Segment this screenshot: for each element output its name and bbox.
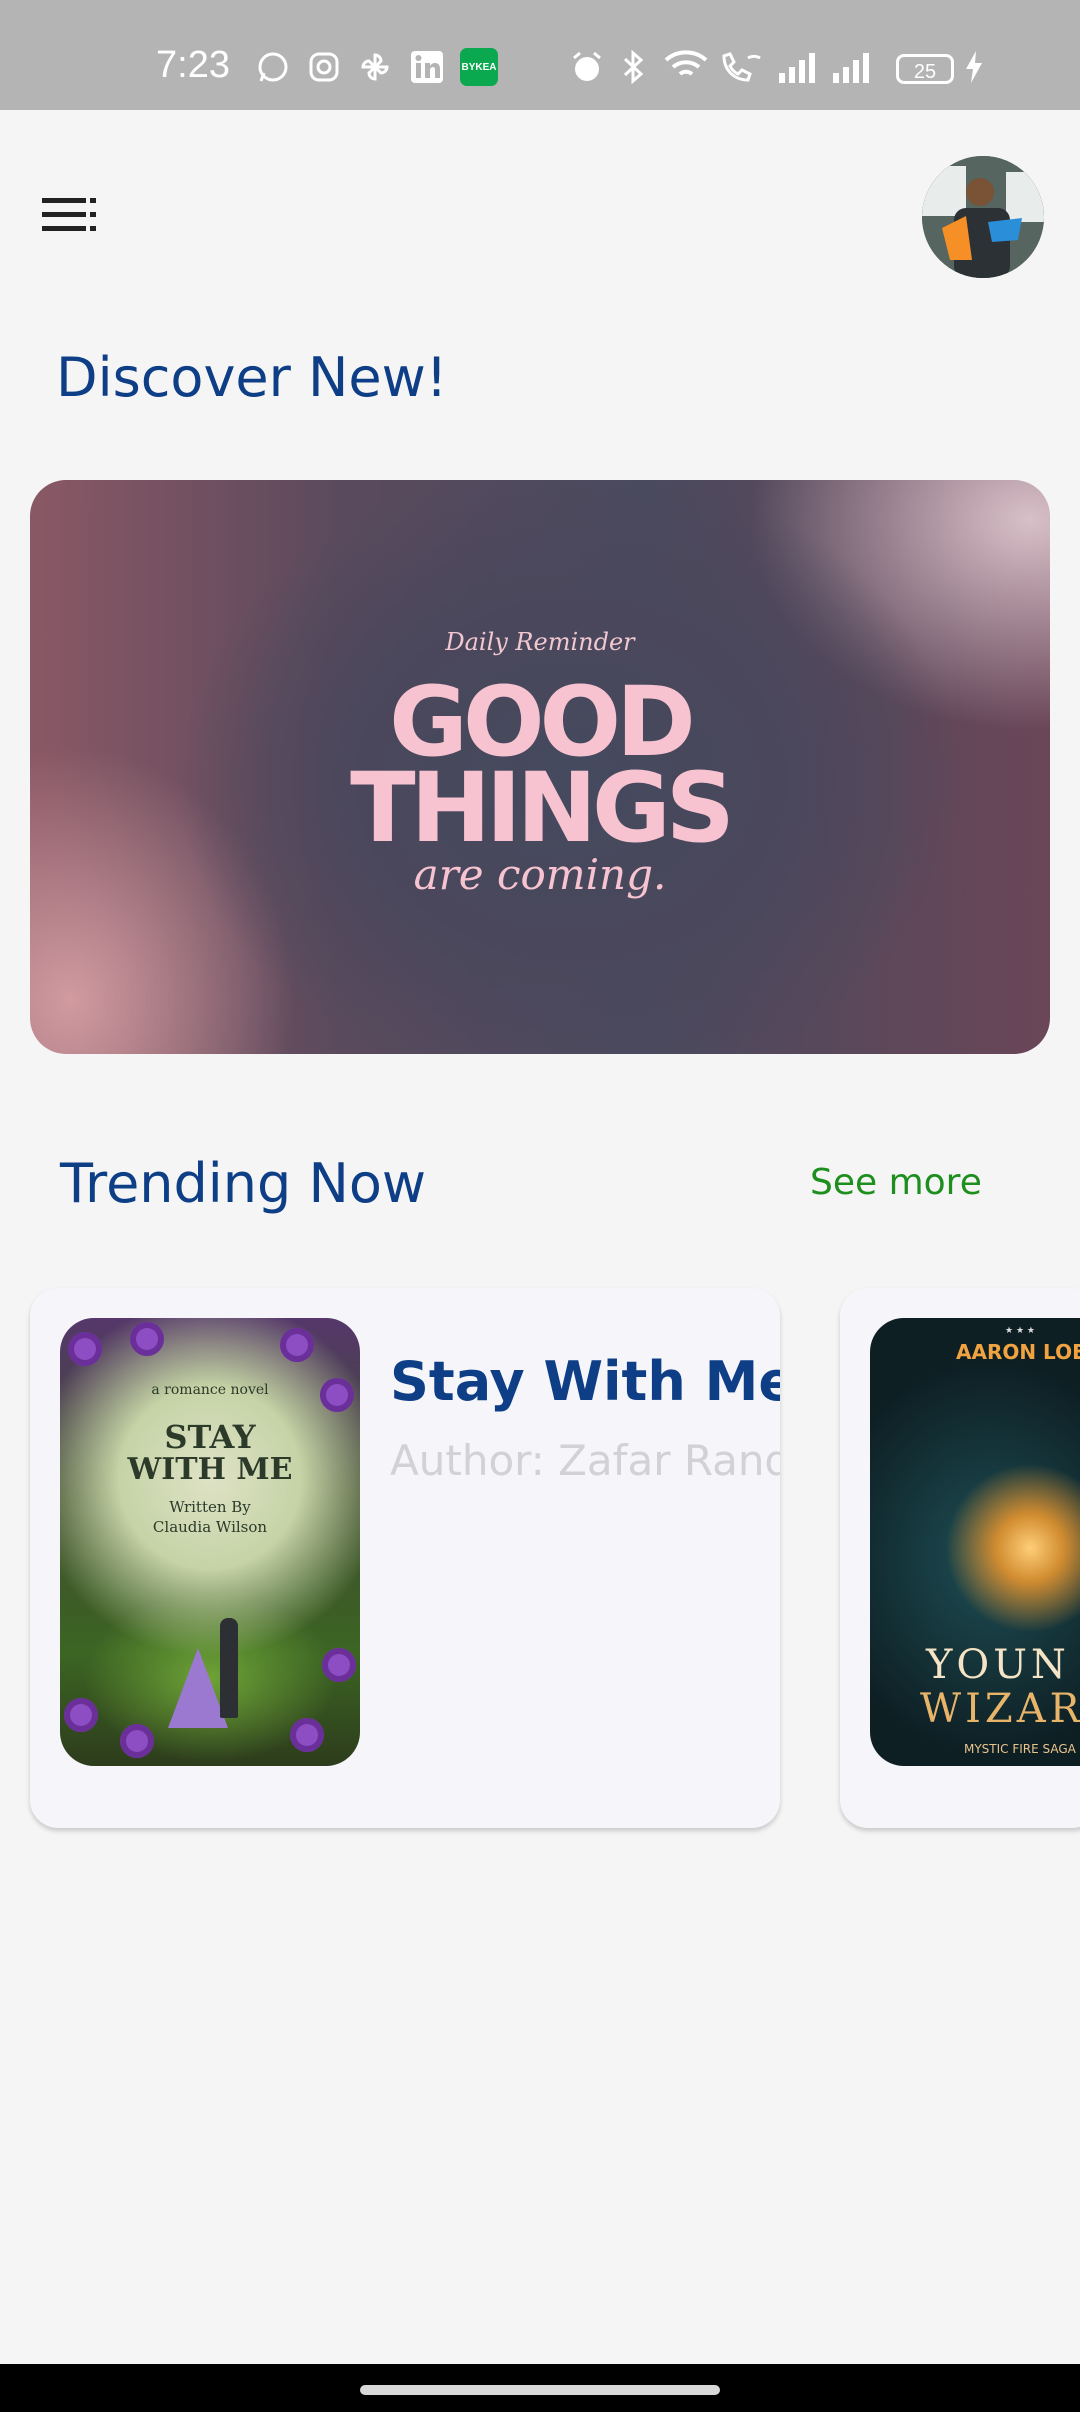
linkedin-icon — [408, 48, 446, 86]
cover-author: Claudia Wilson — [152, 1518, 268, 1536]
cover-tagline: ★ ★ ★ — [1005, 1326, 1035, 1336]
book-card[interactable]: ★ ★ ★ AARON LOEB YOUN WIZAR MYSTIC FIRE … — [840, 1288, 1080, 1828]
status-bar: 7:23 BYKEA 25 — [0, 0, 1080, 110]
banner-kicker: Daily Reminder — [445, 628, 635, 656]
cover-illustration — [168, 1648, 228, 1728]
book-cover: a romance novel STAY WITH ME Written By … — [60, 1318, 360, 1766]
flower-decoration — [64, 1698, 98, 1732]
flower-decoration — [322, 1648, 356, 1682]
cover-kicker: a romance novel — [151, 1382, 269, 1398]
cover-written-by: Written By — [169, 1498, 251, 1516]
banner-line-2: THINGS — [350, 752, 735, 864]
book-card[interactable]: a romance novel STAY WITH ME Written By … — [30, 1288, 780, 1828]
profile-avatar[interactable] — [922, 156, 1044, 278]
banner-line-3: are coming. — [413, 850, 667, 899]
alarm-icon — [568, 48, 606, 86]
bykea-icon: BYKEA — [460, 48, 498, 86]
status-time: 7:23 — [156, 44, 230, 86]
menu-icon[interactable] — [42, 198, 102, 232]
system-nav-bar — [0, 2364, 1080, 2412]
flower-decoration — [68, 1332, 102, 1366]
cover-author: AARON LOEB — [956, 1340, 1080, 1364]
home-gesture-handle[interactable] — [360, 2385, 720, 2395]
charging-icon — [962, 48, 986, 86]
instagram-icon — [305, 48, 343, 86]
cover-title-1: STAY — [164, 1418, 256, 1456]
cover-title-2: WITH ME — [127, 1452, 293, 1487]
discover-title: Discover New! — [56, 346, 448, 409]
book-author: Author: Zafar Rand — [390, 1436, 780, 1485]
signal-icon — [776, 48, 820, 86]
cover-title-1: YOUN — [926, 1642, 1070, 1688]
book-cover: ★ ★ ★ AARON LOEB YOUN WIZAR MYSTIC FIRE … — [870, 1318, 1080, 1766]
flower-decoration — [280, 1328, 314, 1362]
whatsapp-icon — [254, 48, 292, 86]
flower-decoration — [290, 1718, 324, 1752]
cover-series: MYSTIC FIRE SAGA — [964, 1742, 1076, 1756]
pinwheel-icon — [356, 48, 394, 86]
bluetooth-icon — [614, 48, 652, 86]
signal-icon — [830, 48, 874, 86]
flower-decoration — [120, 1724, 154, 1758]
book-title: Stay With Me, I — [390, 1350, 780, 1413]
flower-decoration — [130, 1322, 164, 1356]
cover-title-2: WIZAR — [920, 1686, 1080, 1732]
featured-banner[interactable]: Daily Reminder GOOD THINGS are coming. — [30, 480, 1050, 1054]
trending-title: Trending Now — [60, 1152, 427, 1215]
battery-indicator: 25 — [896, 54, 954, 84]
wifi-call-icon — [716, 48, 766, 86]
see-more-link[interactable]: See more — [810, 1162, 982, 1203]
wifi-icon — [662, 48, 710, 86]
cover-illustration — [220, 1618, 238, 1718]
